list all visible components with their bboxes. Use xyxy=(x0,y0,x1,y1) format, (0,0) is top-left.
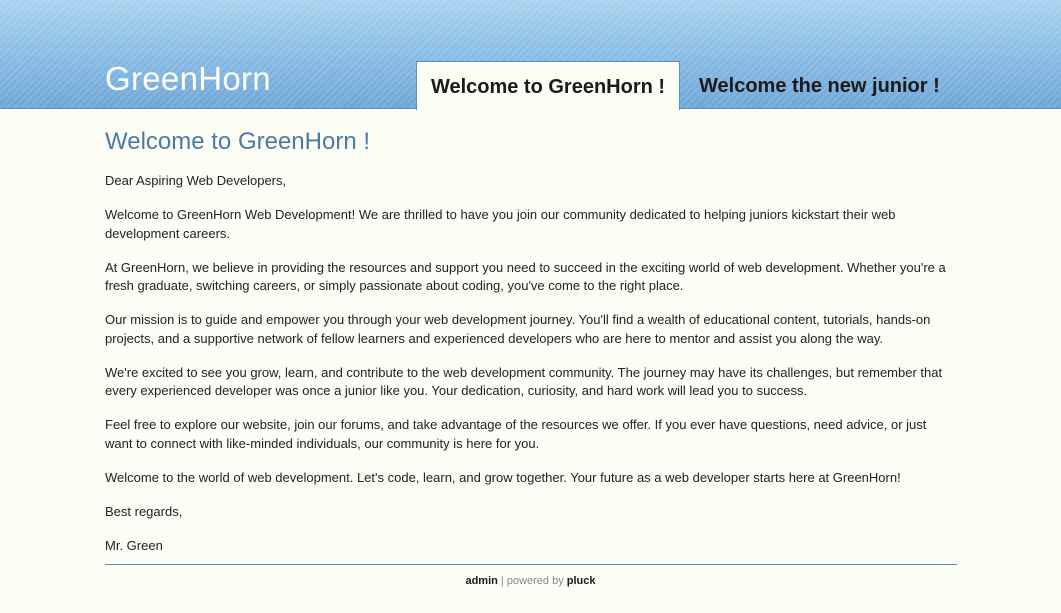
site-title[interactable]: GreenHorn xyxy=(105,60,271,98)
page-title: Welcome to GreenHorn ! xyxy=(105,128,370,155)
tab-welcome-to-greenhorn[interactable]: Welcome to GreenHorn ! xyxy=(416,61,680,110)
paragraph-belief: At GreenHorn, we believe in providing th… xyxy=(105,259,946,294)
paragraph-regards: Best regards, xyxy=(105,503,183,519)
paragraph-excited: We're excited to see you grow, learn, an… xyxy=(105,364,943,399)
admin-link[interactable]: admin xyxy=(465,575,497,587)
paragraph-greeting: Dear Aspiring Web Developers, xyxy=(105,173,287,188)
footer-divider xyxy=(105,564,957,565)
footer: admin | powered by pluck xyxy=(0,575,1061,587)
main-content: Welcome to GreenHorn ! Dear Aspiring Web… xyxy=(105,122,957,571)
footer-powered-by-text: | powered by xyxy=(497,575,567,587)
paragraph-closing: Welcome to the world of web development.… xyxy=(105,469,901,485)
site-header: GreenHorn Welcome to GreenHorn ! Welcome… xyxy=(0,0,1061,110)
paragraph-mission: Our mission is to guide and empower you … xyxy=(105,312,931,346)
tab-welcome-the-new-junior[interactable]: Welcome the new junior ! xyxy=(699,61,949,108)
paragraph-signature: Mr. Green xyxy=(105,537,163,553)
pluck-link[interactable]: pluck xyxy=(567,575,596,587)
paragraph-welcome: Welcome to GreenHorn Web Development! We… xyxy=(105,207,896,241)
paragraph-explore: Feel free to explore our website, join o… xyxy=(105,417,927,451)
